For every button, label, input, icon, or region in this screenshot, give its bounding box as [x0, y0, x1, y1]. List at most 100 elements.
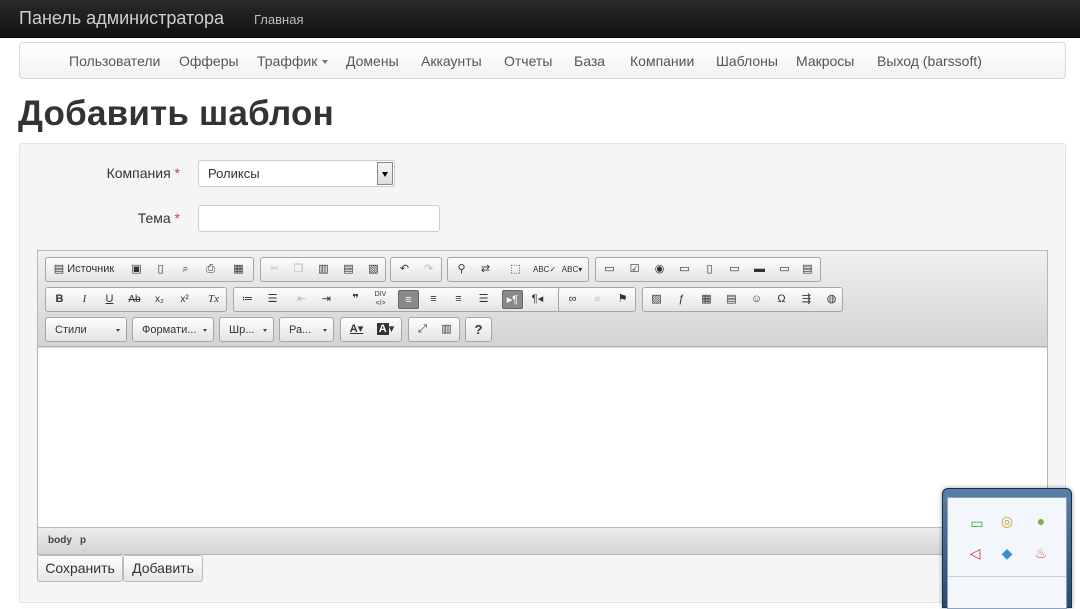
special-char-icon[interactable]: Ω: [771, 290, 792, 309]
help-icon[interactable]: ?: [468, 320, 489, 339]
remove-format-icon[interactable]: Tx: [203, 290, 224, 309]
menu-logout[interactable]: Выход (barssoft): [877, 53, 982, 69]
required-mark: *: [174, 210, 180, 226]
link-icon[interactable]: ∞: [562, 290, 583, 309]
text-color-icon[interactable]: A▾: [344, 320, 369, 339]
undo-icon[interactable]: ↶: [394, 260, 415, 279]
text-field-icon[interactable]: ▭: [674, 260, 695, 279]
menu-traffic[interactable]: Траффик: [257, 53, 329, 69]
menu-base[interactable]: База: [574, 53, 605, 69]
button-field-icon[interactable]: ▬: [749, 260, 770, 279]
menu-accounts[interactable]: Аккаунты: [421, 53, 482, 69]
path-p[interactable]: p: [80, 535, 86, 546]
maximize-icon[interactable]: ⤢: [412, 320, 433, 339]
superscript-icon[interactable]: x²: [174, 290, 195, 309]
editor-content-area[interactable]: [38, 348, 1047, 527]
align-center-icon[interactable]: ≡: [423, 290, 444, 309]
size-combo[interactable]: Ра...: [279, 317, 334, 342]
paste-text-icon[interactable]: ▤: [338, 260, 359, 279]
font-combo-label: Шр...: [229, 324, 255, 336]
network-icon[interactable]: ▭: [968, 514, 986, 532]
path-body[interactable]: body: [48, 535, 72, 546]
page-break-icon[interactable]: ⇶: [796, 290, 817, 309]
flash-icon[interactable]: ƒ: [671, 290, 692, 309]
menu-macros[interactable]: Макросы: [796, 53, 854, 69]
align-right-icon[interactable]: ≡: [448, 290, 469, 309]
spellcheck-dropdown-icon[interactable]: ABC▾: [558, 260, 586, 279]
select-all-icon[interactable]: ⬚: [505, 260, 526, 279]
paste-icon[interactable]: ▥: [313, 260, 334, 279]
styles-combo-label: Стили: [55, 324, 87, 336]
menu-reports[interactable]: Отчеты: [504, 53, 552, 69]
redo-icon[interactable]: ↷: [418, 260, 439, 279]
align-left-icon[interactable]: ≡: [398, 290, 419, 309]
blockquote-icon[interactable]: ❞: [345, 290, 366, 309]
dropdown-arrow-icon[interactable]: [377, 162, 393, 185]
form-icon[interactable]: ▭: [599, 260, 620, 279]
clipboard-group: ✂ ❐ ▥ ▤ ▧: [260, 257, 386, 282]
notification-icon[interactable]: ●: [1032, 512, 1050, 530]
background-color-icon[interactable]: A ▾: [372, 320, 399, 339]
indent-icon[interactable]: ⇥: [316, 290, 337, 309]
underline-icon[interactable]: U: [99, 290, 120, 309]
align-justify-icon[interactable]: ☰: [473, 290, 494, 309]
hidden-field-icon[interactable]: ▤: [797, 260, 818, 279]
smiley-icon[interactable]: ☺: [746, 290, 767, 309]
preview-icon[interactable]: ⌕: [175, 260, 196, 279]
replace-icon[interactable]: ⇄: [475, 260, 496, 279]
text-direction-rtl-icon[interactable]: ¶◂: [527, 290, 548, 309]
textarea-icon[interactable]: ▯: [699, 260, 720, 279]
menu-templates[interactable]: Шаблоны: [716, 53, 778, 69]
styles-combo[interactable]: Стили: [45, 317, 127, 342]
volume-muted-icon[interactable]: ◁: [966, 544, 984, 562]
menu-domains[interactable]: Домены: [346, 53, 399, 69]
text-direction-ltr-icon[interactable]: ▸¶: [502, 290, 523, 309]
nav-home-link[interactable]: Главная: [254, 12, 303, 27]
chevron-down-icon: [263, 329, 267, 332]
source-icon: ▤: [53, 263, 65, 275]
cut-icon[interactable]: ✂: [264, 260, 285, 279]
show-blocks-icon[interactable]: ▥: [436, 320, 457, 339]
find-icon[interactable]: ⚲: [451, 260, 472, 279]
add-button[interactable]: Добавить: [123, 555, 203, 582]
unlink-icon[interactable]: ∝: [587, 290, 608, 309]
menu-offers[interactable]: Офферы: [179, 53, 239, 69]
outdent-icon[interactable]: ⇤: [291, 290, 312, 309]
menu-users[interactable]: Пользователи: [69, 53, 160, 69]
print-icon[interactable]: ⎙: [200, 260, 221, 279]
menu-companies[interactable]: Компании: [630, 53, 694, 69]
app-icon[interactable]: ♨: [1032, 544, 1050, 562]
italic-icon[interactable]: I: [74, 290, 95, 309]
templates-icon[interactable]: ▦: [228, 260, 249, 279]
anchor-icon[interactable]: ⚑: [612, 290, 633, 309]
save-button[interactable]: Сохранить: [37, 555, 123, 582]
image-button-icon[interactable]: ▭: [774, 260, 795, 279]
brand-title[interactable]: Панель администратора: [19, 8, 224, 29]
checkbox-icon[interactable]: ☑: [624, 260, 645, 279]
copy-icon[interactable]: ❐: [288, 260, 309, 279]
format-combo[interactable]: Формати...: [132, 317, 214, 342]
table-icon[interactable]: ▦: [696, 290, 717, 309]
bold-icon[interactable]: B: [49, 290, 70, 309]
horizontal-rule-icon[interactable]: ▤: [721, 290, 742, 309]
select-field-icon[interactable]: ▭: [724, 260, 745, 279]
sync-icon[interactable]: ◎: [998, 512, 1016, 530]
numbered-list-icon[interactable]: ≔: [237, 290, 258, 309]
image-icon[interactable]: ▨: [646, 290, 667, 309]
spellcheck-icon[interactable]: ABC✓: [533, 260, 556, 279]
iframe-icon[interactable]: ◍: [821, 290, 842, 309]
topic-input[interactable]: [198, 205, 440, 232]
div-container-icon[interactable]: DIV </>: [370, 290, 391, 309]
paste-word-icon[interactable]: ▧: [363, 260, 384, 279]
radio-icon[interactable]: ◉: [649, 260, 670, 279]
format-combo-label: Формати...: [142, 324, 197, 336]
new-page-icon[interactable]: ▯: [150, 260, 171, 279]
subscript-icon[interactable]: x₂: [149, 290, 170, 309]
bulleted-list-icon[interactable]: ☰: [262, 290, 283, 309]
strike-icon[interactable]: Ab: [124, 290, 145, 309]
font-combo[interactable]: Шр...: [219, 317, 274, 342]
shield-icon[interactable]: ◆: [998, 544, 1016, 562]
company-select[interactable]: Роликсы: [198, 160, 395, 187]
save-icon[interactable]: ▣: [126, 260, 147, 279]
source-button[interactable]: ▤ Источник: [48, 260, 120, 279]
